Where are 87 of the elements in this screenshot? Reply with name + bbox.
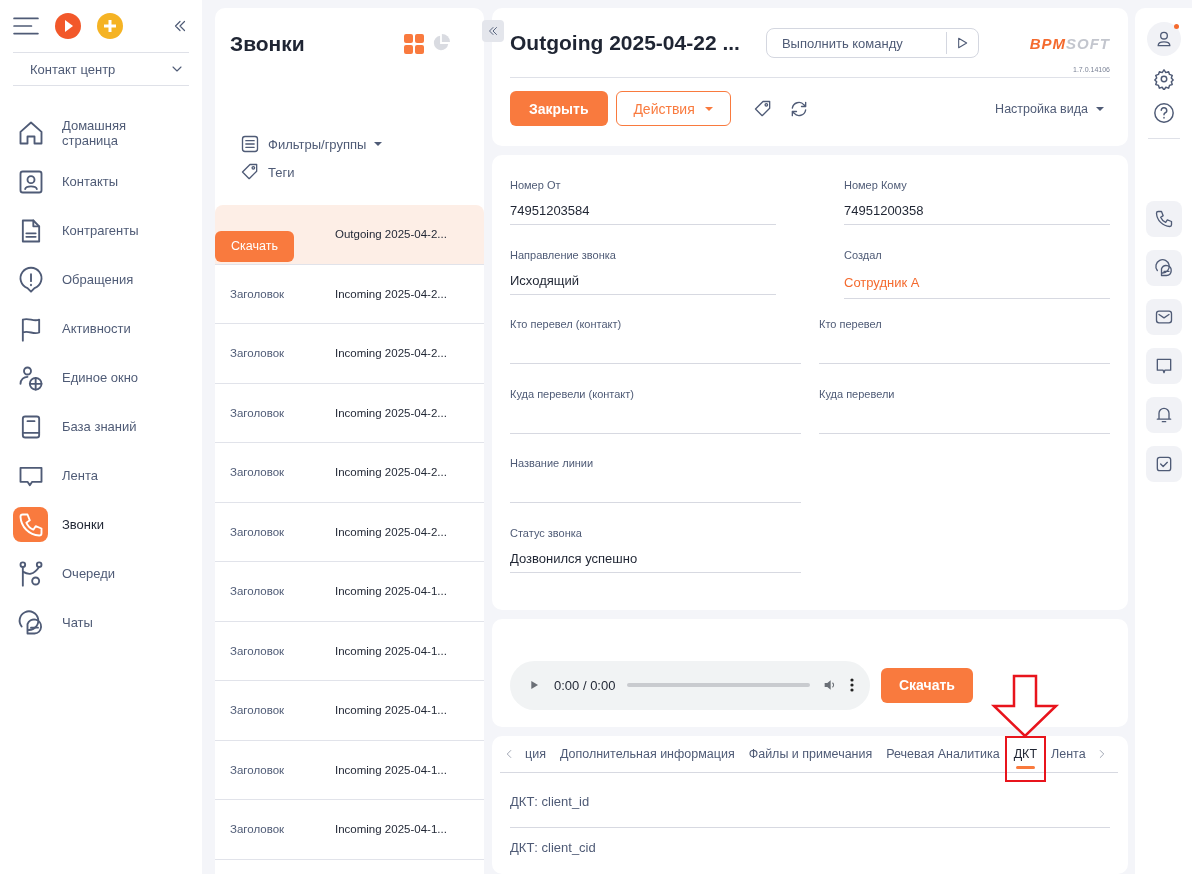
field-label: Номер От — [510, 179, 562, 191]
nav-item[interactable]: База знаний — [13, 402, 189, 451]
field-label: Куда перевели (контакт) — [510, 387, 635, 400]
nav-label: Контакты — [62, 174, 119, 189]
list-row[interactable]: Заголовок Incoming 2025-04-1... — [215, 681, 484, 741]
field-value[interactable]: Дозвонился успешно — [510, 542, 801, 573]
field-label: Статус звонка — [510, 526, 583, 539]
tab[interactable]: Дополнительная информация — [552, 736, 742, 772]
field-label: Номер Кому — [844, 179, 908, 191]
row-title: Заголовок — [229, 347, 286, 360]
field-label: ДКТ: client_id — [510, 794, 590, 809]
field-label: ДКТ: client_cid — [510, 840, 596, 855]
row-title: Заголовок — [229, 406, 286, 419]
row-name: Incoming 2025-04-2... — [335, 525, 447, 538]
list-row[interactable]: Заголовок Incoming 2025-04-1... — [215, 740, 484, 800]
nav-item[interactable]: Контрагенты — [13, 206, 189, 255]
list-row[interactable]: Заголовок Incoming 2025-04-2... — [215, 264, 484, 324]
row-name: Incoming 2025-04-1... — [335, 704, 447, 717]
list-row[interactable]: Заголовок Incoming 2025-04-1... — [215, 800, 484, 860]
field-value[interactable]: Исходящий — [510, 264, 776, 295]
field-label: Кто перевел (контакт) — [510, 318, 623, 330]
nav-item[interactable]: Контакты — [13, 157, 189, 206]
row-title: Заголовок — [229, 585, 286, 598]
list-row[interactable]: Заголовок Incoming 2025-04-2... — [215, 324, 484, 384]
field-label: Направление звонка — [510, 248, 617, 261]
tab[interactable]: Файлы и примечания — [741, 736, 880, 772]
command-bar[interactable]: Выполнить команду — [765, 28, 979, 58]
tab[interactable]: Речевая Аналитика — [879, 736, 1007, 772]
list-row[interactable]: Заголовок Incoming 2025-04-2... — [215, 383, 484, 443]
nav-label: Чаты — [62, 615, 93, 630]
nav-label: Домашняя страница — [62, 117, 128, 148]
row-title: Заголовок — [229, 287, 286, 300]
nav-item[interactable]: Лента — [13, 451, 189, 500]
nav-label: Звонки — [62, 517, 104, 532]
row-title: Заголовок — [229, 466, 286, 479]
record-title: Outgoing 2025-04-22 ... — [510, 31, 740, 55]
field-label: Создал — [844, 248, 883, 261]
nav-item[interactable]: Чаты — [13, 598, 189, 647]
field-label: Куда перевели — [819, 387, 896, 400]
nav-item[interactable]: Единое окно — [13, 353, 189, 402]
tags-button[interactable]: Теги — [240, 162, 484, 182]
section-select[interactable]: Контакт центр — [13, 52, 189, 86]
row-title: Заголовок — [229, 823, 286, 836]
list-row[interactable]: Заголовок Incoming 2025-04-2... — [215, 443, 484, 503]
row-name: Incoming 2025-04-2... — [335, 466, 447, 479]
audio-time: 0:00 / 0:00 — [554, 677, 616, 693]
row-name: Incoming 2025-04-1... — [335, 585, 447, 598]
nav-item[interactable]: Домашняя страница — [13, 108, 189, 157]
nav-label: Единое окно — [62, 370, 139, 385]
list-row[interactable]: Скачать Outgoing 2025-04-2... — [215, 205, 484, 265]
nav-label: Обращения — [62, 272, 134, 287]
row-title: Заголовок — [229, 525, 286, 538]
list-title: Звонки — [230, 32, 305, 56]
nav-label: Лента — [62, 468, 98, 483]
filters-button[interactable]: Фильтры/группы — [240, 134, 484, 154]
row-title: Заголовок — [229, 644, 286, 657]
field-value[interactable]: 74951200358 — [844, 195, 1110, 225]
tab[interactable]: Лента — [1044, 736, 1093, 772]
list-row[interactable]: Заголовок Incoming 2025-04-1... — [215, 562, 484, 622]
list-row[interactable]: Заголовок Incoming 2025-04-1... — [215, 621, 484, 681]
row-name: Incoming 2025-04-1... — [335, 644, 447, 657]
logo: BPMSOFT — [1029, 34, 1110, 52]
nav-item[interactable]: Очереди — [13, 549, 189, 598]
field-label: Кто перевел — [819, 318, 883, 330]
nav-item[interactable]: Активности — [13, 304, 189, 353]
row-name: Incoming 2025-04-1... — [335, 763, 447, 776]
command-field[interactable]: Выполнить команду — [766, 34, 946, 52]
nav-label: Активности — [62, 321, 131, 336]
nav-item[interactable]: Обращения — [13, 255, 189, 304]
view-settings-button[interactable]: Настройка вида — [989, 100, 1110, 117]
tab[interactable]: ДКТ — [1006, 736, 1045, 772]
row-name: Outgoing 2025-04-2... — [335, 228, 447, 240]
nav-label: База знаний — [62, 419, 137, 434]
list-row[interactable]: Заголовок Incoming 2025-04-2... — [215, 502, 484, 562]
nav-label: Очереди — [62, 566, 116, 581]
row-title: Заголовок — [229, 763, 286, 776]
tab[interactable]: ция — [518, 736, 553, 772]
field-value[interactable]: 74951203584 — [510, 195, 776, 225]
row-name: Incoming 2025-04-2... — [335, 406, 447, 419]
row-name: Incoming 2025-04-1... — [335, 823, 447, 836]
row-title: Заголовок — [229, 704, 286, 717]
field-label: Название линии — [510, 457, 595, 469]
audio-player[interactable]: 0:00 / 0:00 — [510, 660, 870, 710]
nav-item[interactable]: Звонки — [13, 500, 189, 549]
nav-label: Контрагенты — [62, 223, 139, 238]
row-name: Incoming 2025-04-2... — [335, 287, 447, 300]
row-name: Incoming 2025-04-2... — [335, 347, 447, 360]
